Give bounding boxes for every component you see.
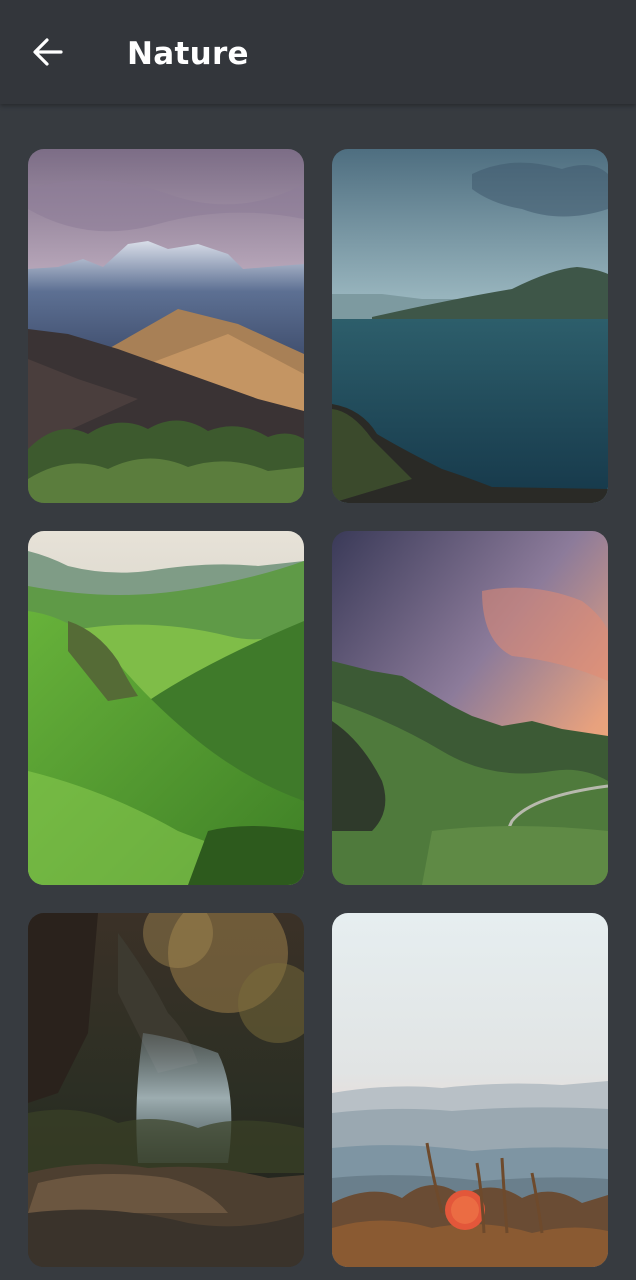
valley-image [28, 531, 304, 885]
page-title: Nature [127, 36, 249, 72]
lake-image [332, 149, 608, 503]
app-bar: Nature [0, 0, 636, 104]
misty-hills-image [332, 913, 608, 1267]
wallpaper-thumbnail-green-valley[interactable] [28, 531, 304, 885]
wallpaper-thumbnail-lake[interactable] [332, 149, 608, 503]
back-button[interactable] [20, 26, 76, 82]
wallpaper-thumbnail-waterfall[interactable] [28, 913, 304, 1267]
wallpaper-thumbnail-sunset-hills[interactable] [332, 531, 608, 885]
sunset-hills-image [332, 531, 608, 885]
wallpaper-thumbnail-mountains[interactable] [28, 149, 304, 503]
waterfall-image [28, 913, 304, 1267]
app-screen: Nature [0, 0, 636, 1280]
arrow-left-icon [31, 35, 65, 74]
wallpaper-thumbnail-misty-hills[interactable] [332, 913, 608, 1267]
mountain-image [28, 149, 304, 503]
